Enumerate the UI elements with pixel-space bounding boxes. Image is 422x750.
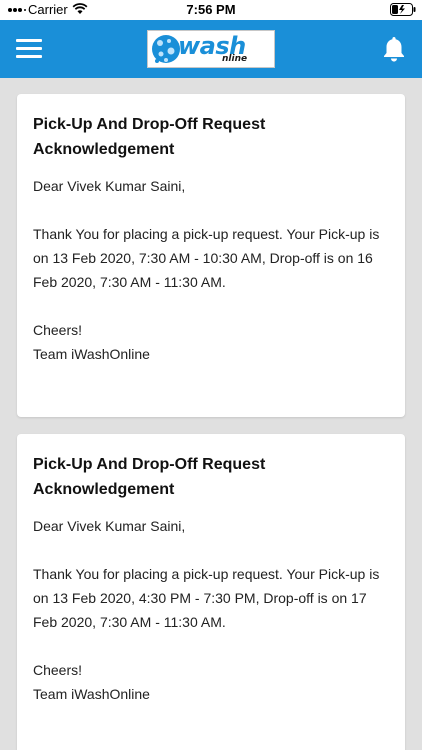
logo-bubbles-icon <box>152 35 180 63</box>
iwash-online-logo: wash nline <box>147 30 275 68</box>
notification-title: Pick-Up And Drop-Off Request Acknowledge… <box>33 456 266 498</box>
notification-greeting: Dear Vivek Kumar Saini, <box>33 178 186 194</box>
notification-signature: Team iWashOnline <box>33 346 150 362</box>
status-bar: Carrier 7:56 PM <box>0 0 422 20</box>
notification-greeting: Dear Vivek Kumar Saini, <box>33 518 186 534</box>
bell-icon[interactable] <box>383 36 405 62</box>
notification-closing: Cheers! <box>33 662 83 678</box>
logo-subtext: nline <box>222 54 248 64</box>
notification-body: Thank You for placing a pick-up request.… <box>33 566 380 630</box>
app-header: wash nline <box>0 20 422 78</box>
notification-card[interactable]: Pick-Up And Drop-Off Request Acknowledge… <box>17 434 405 750</box>
notifications-list[interactable]: Pick-Up And Drop-Off Request Acknowledge… <box>0 78 422 750</box>
status-time: 7:56 PM <box>186 2 236 17</box>
notification-card[interactable]: Pick-Up And Drop-Off Request Acknowledge… <box>17 94 405 417</box>
hamburger-menu-icon[interactable] <box>16 39 42 59</box>
battery-charging-icon <box>390 3 416 16</box>
notification-title: Pick-Up And Drop-Off Request Acknowledge… <box>33 116 266 158</box>
notification-closing: Cheers! <box>33 322 83 338</box>
notification-signature: Team iWashOnline <box>33 686 150 702</box>
notification-body: Thank You for placing a pick-up request.… <box>33 226 380 290</box>
